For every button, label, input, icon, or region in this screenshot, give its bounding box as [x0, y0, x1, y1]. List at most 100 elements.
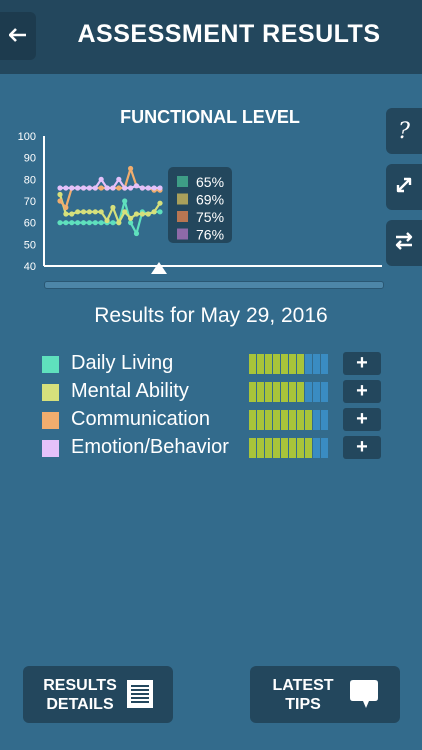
category-row-emotion-behavior: Emotion/Behavior + — [42, 436, 382, 459]
tooltip-swatch — [177, 211, 188, 222]
series-point — [139, 185, 145, 191]
series-point — [104, 217, 110, 224]
series-point — [57, 185, 63, 191]
functional-level-chart[interactable]: 40 50 60 70 80 90 100 65% 69%75% 76% — [0, 125, 400, 285]
tooltip-swatch — [177, 193, 188, 205]
series-point — [63, 185, 69, 191]
series-point — [57, 191, 63, 198]
series-point — [92, 185, 98, 191]
series-point — [110, 204, 116, 211]
latest-tips-label: LATEST TIPS — [264, 676, 342, 714]
series-point — [116, 185, 122, 191]
latest-tips-button[interactable]: LATEST TIPS — [250, 666, 400, 723]
level-segment — [265, 438, 272, 458]
series-point — [145, 185, 151, 191]
series-point — [139, 211, 145, 217]
y-tick-label: 90 — [24, 153, 36, 165]
level-segment — [257, 354, 264, 374]
level-segment — [313, 438, 320, 458]
tooltip-value: 76% — [196, 227, 224, 243]
series-point — [157, 200, 163, 206]
expand-category-button[interactable]: + — [343, 408, 381, 431]
series-point — [127, 165, 134, 172]
expand-category-button[interactable]: + — [343, 436, 381, 459]
level-segment — [313, 354, 320, 374]
category-swatch — [42, 412, 59, 429]
category-label: Communication — [71, 408, 210, 430]
series-point — [80, 220, 87, 226]
y-tick-label: 80 — [24, 174, 36, 186]
level-segment — [289, 410, 296, 430]
results-details-label: RESULTS DETAILS — [37, 676, 123, 714]
series-point — [98, 176, 104, 182]
category-label: Emotion/Behavior — [71, 436, 229, 458]
level-segment — [249, 438, 256, 458]
level-segment — [289, 438, 296, 458]
level-segment — [281, 382, 288, 402]
series-point — [151, 209, 157, 215]
series-point — [110, 185, 116, 191]
series-point — [98, 209, 104, 215]
details-line-1: RESULTS — [43, 677, 117, 694]
category-row-daily-living: Daily Living + — [42, 352, 382, 375]
tooltip-swatch — [177, 228, 188, 240]
series-point — [63, 220, 69, 226]
series-point — [104, 185, 110, 191]
series-point — [116, 176, 122, 182]
back-button[interactable] — [0, 12, 36, 60]
series-point — [63, 211, 69, 217]
level-segment — [281, 354, 288, 374]
level-segment — [257, 410, 264, 430]
level-segment — [265, 354, 272, 374]
results-details-button[interactable]: RESULTS DETAILS — [23, 666, 173, 723]
plus-icon: + — [356, 436, 368, 458]
level-segment — [321, 354, 328, 374]
level-segment — [273, 438, 280, 458]
series-point — [75, 185, 81, 191]
category-label: Mental Ability — [71, 380, 189, 402]
level-segment — [249, 382, 256, 402]
level-segment — [313, 382, 320, 402]
y-tick-label: 50 — [24, 239, 36, 251]
series-point — [75, 209, 81, 215]
series-point — [157, 209, 163, 215]
series-point — [151, 185, 157, 191]
level-segment — [281, 410, 288, 430]
category-row-communication: Communication + — [42, 408, 382, 431]
level-segment — [305, 354, 312, 374]
chart-scrollbar[interactable] — [44, 281, 384, 289]
expand-category-button[interactable]: + — [343, 380, 381, 403]
expand-category-button[interactable]: + — [343, 352, 381, 375]
series-point — [57, 220, 63, 226]
y-tick-label: 40 — [24, 261, 36, 273]
tooltip-value: 69% — [196, 192, 224, 208]
tips-line-2: TIPS — [285, 696, 321, 713]
arrow-left-icon — [8, 25, 27, 48]
level-segment — [321, 410, 328, 430]
series-line — [60, 178, 160, 190]
category-swatch — [42, 440, 59, 457]
series-point — [80, 185, 87, 191]
series-point — [127, 185, 134, 191]
page-title: ASSESSMENT RESULTS — [77, 20, 381, 48]
level-segment — [249, 410, 256, 430]
series-point — [157, 185, 163, 191]
category-swatch — [42, 356, 59, 373]
series-point — [133, 230, 140, 237]
level-segment — [297, 382, 304, 402]
level-segment — [297, 438, 304, 458]
series-point — [86, 220, 93, 226]
level-segment — [273, 382, 280, 402]
tips-line-1: LATEST — [272, 677, 334, 694]
series-point — [63, 204, 69, 211]
level-segment — [321, 438, 328, 458]
series-point — [122, 185, 128, 191]
series-point — [75, 220, 81, 226]
category-level-bar — [249, 410, 331, 430]
series-point — [127, 215, 134, 221]
series-point — [69, 185, 75, 191]
level-segment — [281, 438, 288, 458]
category-row-mental-ability: Mental Ability + — [42, 380, 382, 403]
category-level-bar — [249, 354, 331, 374]
plus-icon: + — [356, 352, 368, 374]
